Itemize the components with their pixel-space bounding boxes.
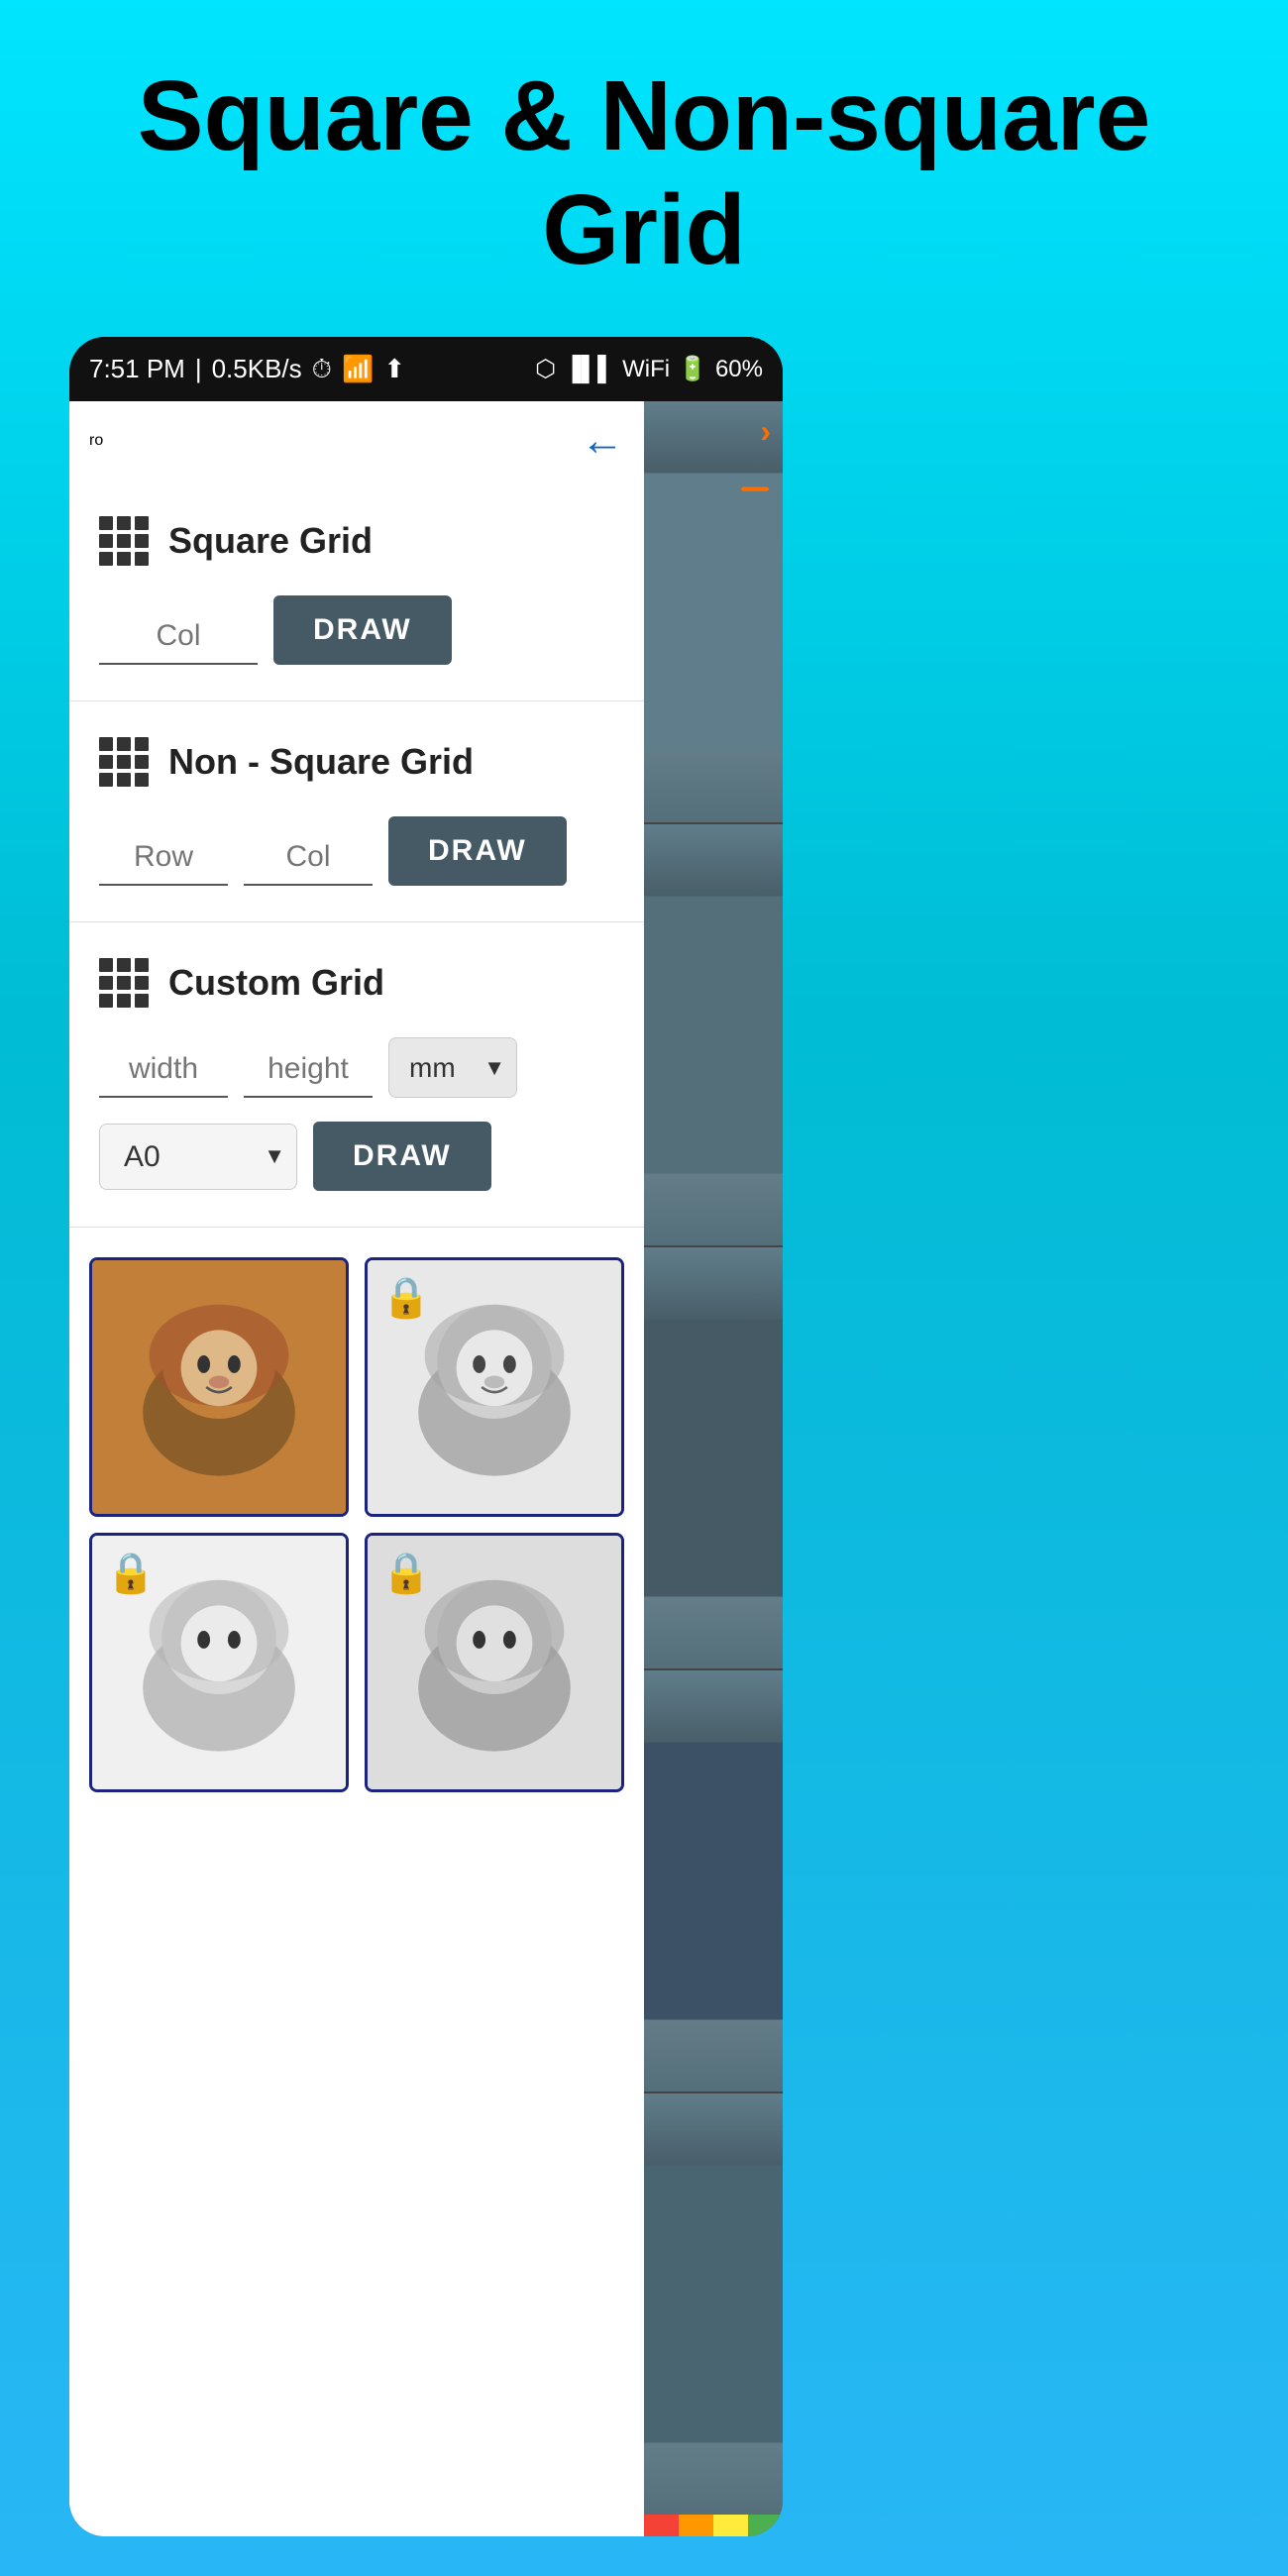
- upload-icon: ⬆: [383, 354, 405, 384]
- non-square-col-input[interactable]: [244, 830, 373, 886]
- back-button[interactable]: ←: [581, 416, 624, 466]
- lion-image-bw-1: 🔒: [368, 1260, 621, 1514]
- app-content: ro ← Square Grid DRAW: [69, 401, 783, 2536]
- nav-label: ro: [89, 432, 103, 450]
- wifi-icon: WiFi: [622, 356, 670, 383]
- grid-icon-custom: [99, 958, 149, 1008]
- custom-grid-section: Custom Grid mm cm inch ▼: [69, 922, 644, 1228]
- non-square-grid-title: Non - Square Grid: [168, 741, 474, 783]
- image-card-1[interactable]: [89, 1257, 349, 1517]
- image-card-3[interactable]: 🔒: [89, 1533, 349, 1792]
- battery-icon: 🔋: [678, 355, 707, 383]
- square-draw-button[interactable]: DRAW: [273, 595, 452, 665]
- custom-grid-second-row: A0 A1 A2 A3 A4 A5 ▼ DRAW: [99, 1122, 614, 1191]
- unit-select-container: mm cm inch ▼: [388, 1037, 517, 1098]
- side-arrow-icon-1: ›: [760, 413, 771, 450]
- nav-bar: ro ←: [69, 401, 644, 481]
- signal-icon: ▐▌▌: [564, 356, 614, 383]
- side-panel: ›: [644, 401, 783, 2536]
- grid-icon-non-square: [99, 737, 149, 787]
- side-image-1: ›: [644, 401, 783, 822]
- time: 7:51 PM: [89, 354, 185, 384]
- phone-frame: 7:51 PM | 0.5KB/s ⏱ 📶 ⬆ ⬡ ▐▌▌ WiFi 🔋 60%…: [69, 337, 783, 2536]
- custom-height-input[interactable]: [244, 1042, 373, 1098]
- square-grid-inputs: DRAW: [99, 595, 614, 665]
- square-grid-header: Square Grid: [99, 516, 614, 566]
- custom-draw-button[interactable]: DRAW: [313, 1122, 491, 1191]
- side-image-3: [644, 1245, 783, 1668]
- lion-image-color: [92, 1260, 346, 1514]
- paper-select-container: A0 A1 A2 A3 A4 A5 ▼: [99, 1124, 297, 1190]
- non-square-row-input[interactable]: [99, 830, 228, 886]
- unit-select[interactable]: mm cm inch: [388, 1037, 517, 1098]
- non-square-draw-button[interactable]: DRAW: [388, 816, 567, 886]
- network-speed: |: [195, 354, 202, 384]
- status-left: 7:51 PM | 0.5KB/s ⏱ 📶 ⬆: [89, 354, 405, 385]
- image-grid-section: 🔒: [69, 1228, 644, 1822]
- non-square-grid-section: Non - Square Grid DRAW: [69, 701, 644, 922]
- side-image-2: [644, 822, 783, 1245]
- page-title: Square & Non-square Grid: [40, 59, 1248, 287]
- non-square-grid-header: Non - Square Grid: [99, 737, 614, 787]
- side-image-5: [644, 2092, 783, 2515]
- status-right: ⬡ ▐▌▌ WiFi 🔋 60%: [535, 355, 763, 383]
- side-image-4: [644, 1668, 783, 2092]
- title-area: Square & Non-square Grid: [0, 0, 1288, 327]
- custom-grid-title: Custom Grid: [168, 962, 384, 1004]
- status-bar: 7:51 PM | 0.5KB/s ⏱ 📶 ⬆ ⬡ ▐▌▌ WiFi 🔋 60%: [69, 337, 783, 401]
- image-card-2[interactable]: 🔒: [365, 1257, 624, 1517]
- data-speed: 0.5KB/s: [212, 354, 302, 384]
- image-card-4[interactable]: 🔒: [365, 1533, 624, 1792]
- non-square-grid-inputs: DRAW: [99, 816, 614, 886]
- custom-width-input[interactable]: [99, 1042, 228, 1098]
- bluetooth-icon: ⬡: [535, 355, 556, 383]
- square-grid-section: Square Grid DRAW: [69, 481, 644, 701]
- lock-icon-4: 🔒: [381, 1550, 431, 1596]
- sim-icon: 📶: [342, 354, 374, 384]
- lock-icon-2: 🔒: [381, 1274, 431, 1321]
- custom-grid-inputs: mm cm inch ▼: [99, 1037, 614, 1098]
- color-strip: [644, 2515, 783, 2536]
- battery-percent: 60%: [715, 356, 763, 383]
- grid-icon-square: [99, 516, 149, 566]
- lock-icon-3: 🔒: [106, 1550, 156, 1596]
- square-col-input[interactable]: [99, 609, 258, 665]
- custom-grid-header: Custom Grid: [99, 958, 614, 1008]
- main-panel: ro ← Square Grid DRAW: [69, 401, 644, 2536]
- square-grid-title: Square Grid: [168, 520, 373, 562]
- paper-size-select[interactable]: A0 A1 A2 A3 A4 A5: [99, 1124, 297, 1190]
- image-grid: 🔒: [89, 1257, 624, 1792]
- lion-image-bw-2: 🔒: [92, 1536, 346, 1789]
- clock-icon: ⏱: [312, 354, 332, 385]
- lion-image-bw-3: 🔒: [368, 1536, 621, 1789]
